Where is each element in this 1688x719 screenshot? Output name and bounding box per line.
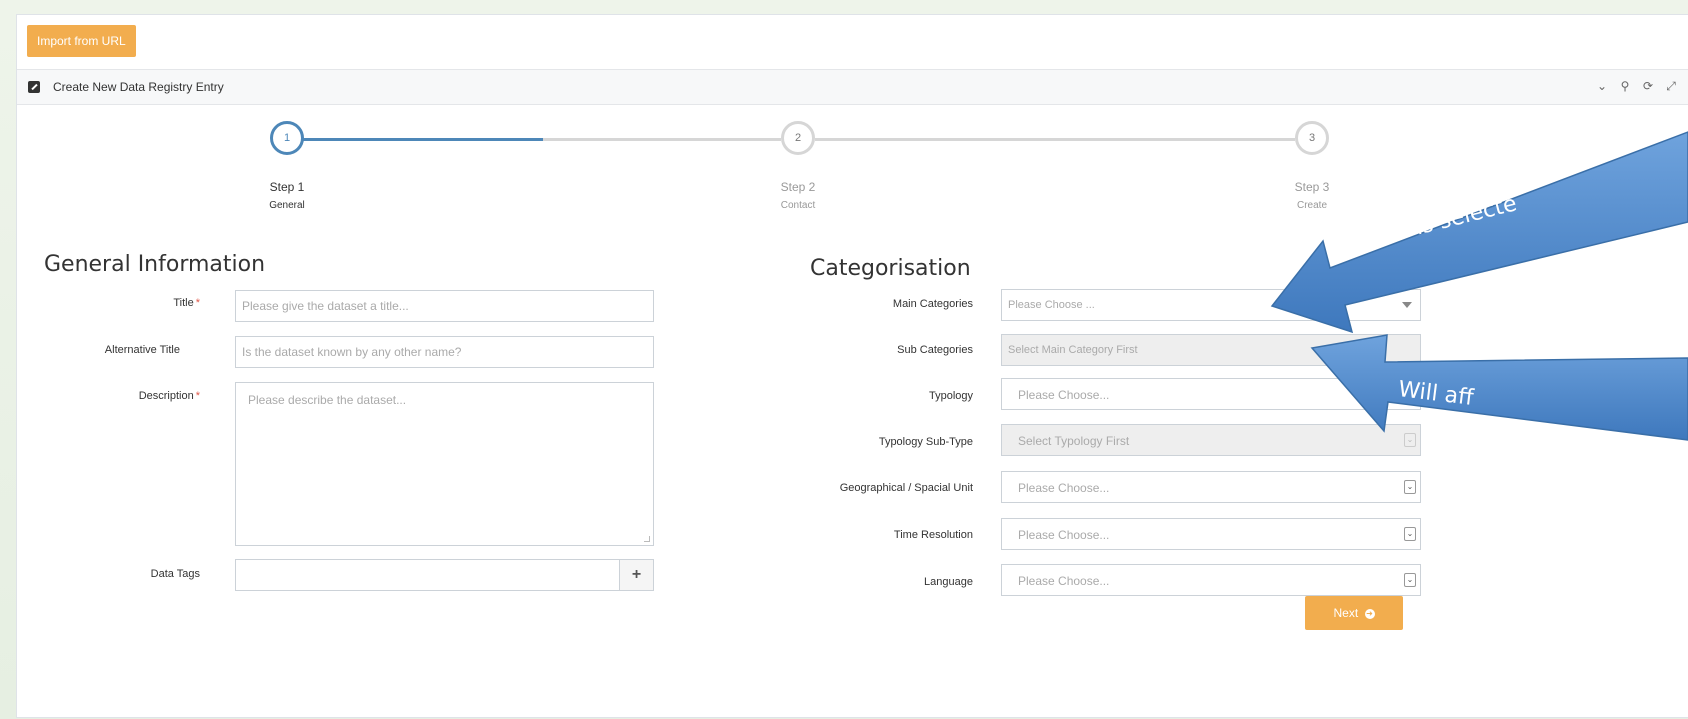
annotation-arrow-1 [1270, 131, 1688, 334]
annotation-layer [1270, 131, 1688, 441]
annotation-arrow-2 [1310, 334, 1688, 441]
